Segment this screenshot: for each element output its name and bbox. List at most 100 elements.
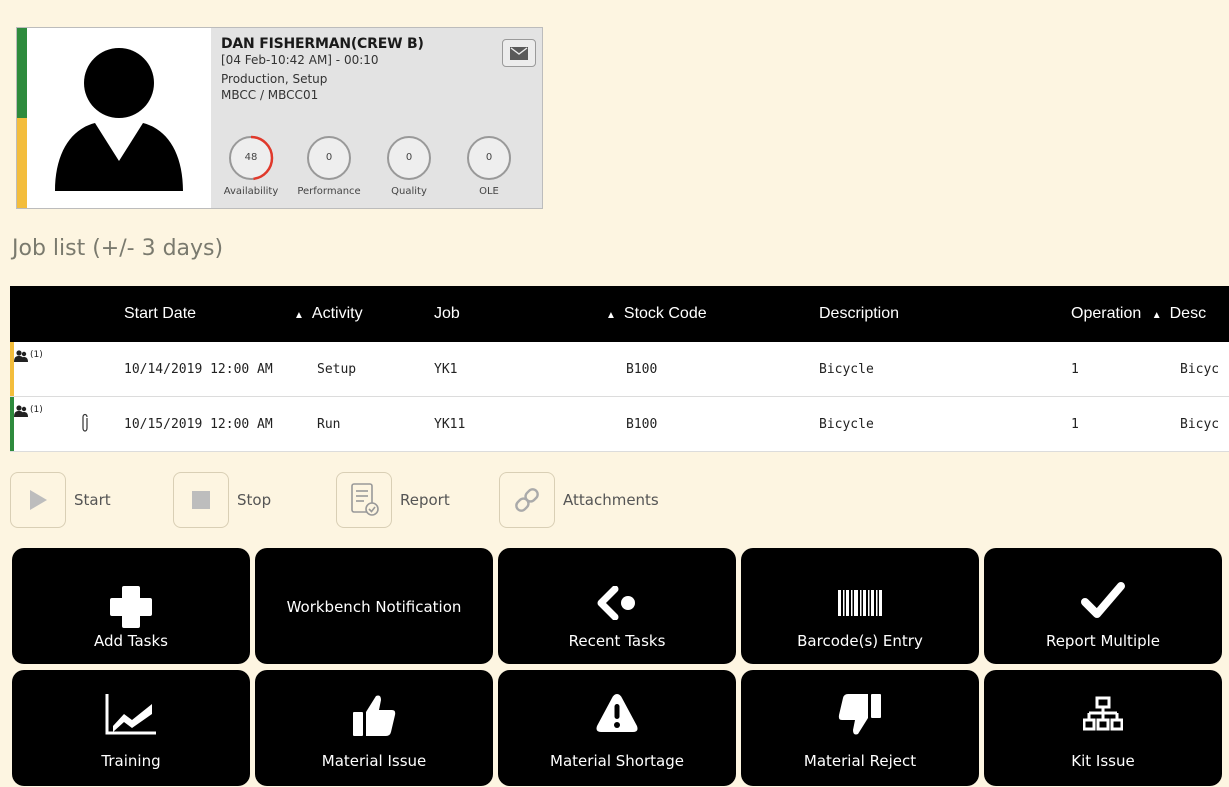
material-shortage-tile[interactable]: Material Shortage [498,670,736,786]
row-people[interactable]: (1) [14,405,43,417]
cell-operation: 1 [1071,417,1079,432]
table-header: Start Date ▲ Activity Job ▲ Stock Code Des… [10,286,1229,342]
cell-job: YK11 [434,417,466,432]
people-icon [14,350,28,362]
people-icon [14,405,28,417]
sort-asc-icon: ▲ [606,310,616,321]
gauge-value: 48 [244,152,258,163]
col-activity[interactable]: ▲ Activity [294,305,363,323]
operator-card[interactable]: DAN FISHERMAN(CREW B) [04 Feb-10:42 AM] … [16,27,543,209]
col-job[interactable]: Job [434,305,460,323]
link-icon [499,471,555,528]
operator-name: DAN FISHERMAN(CREW B) [221,36,424,52]
material-issue-tile[interactable]: Material Issue [255,670,493,786]
gauge-performance: 0 Performance [289,134,369,197]
report-icon [336,471,392,528]
checkmark-icon [984,580,1222,620]
col-operation[interactable]: Operation ▲ Desc [1071,305,1206,323]
sort-asc-icon: ▲ [294,310,304,321]
attachments-button[interactable]: Attachments [499,471,659,528]
col-stock-code[interactable]: ▲ Stock Code [606,305,707,323]
thumbs-up-icon [255,692,493,738]
tile-label: Training [101,752,161,770]
col-stock-code-label: Stock Code [623,305,707,322]
gauge-label: Availability [223,186,279,197]
gauge-label: OLE [479,186,499,197]
col-activity-label: Activity [311,305,363,322]
tile-label: Material Issue [321,752,427,770]
gauge-value: 0 [405,152,413,163]
start-button[interactable]: Start [10,471,111,528]
job-table: Start Date ▲ Activity Job ▲ Stock Code Des… [10,286,1229,452]
barcode-icon [741,590,979,616]
table-row[interactable]: (1) 10/14/2019 12:00 AM Setup YK1 B100 B… [10,342,1229,397]
hierarchy-icon [984,696,1222,732]
add-tasks-tile[interactable]: Add Tasks [12,548,250,664]
training-tile[interactable]: Training [12,670,250,786]
tile-label: Barcode(s) Entry [797,632,923,650]
recent-tasks-tile[interactable]: Recent Tasks [498,548,736,664]
tile-label: Material Shortage [550,752,684,770]
gauge-value: 0 [485,152,493,163]
start-label: Start [74,490,111,509]
col-desc-label: Desc [1169,305,1207,322]
thumbs-down-icon [741,692,979,738]
cell-desc: Bicyc [1180,362,1220,377]
stop-label: Stop [237,490,272,509]
row-people[interactable]: (1) [14,350,43,362]
operator-activity: Production, Setup [221,72,328,86]
joblist-title: Job list (+/- 3 days) [12,236,224,261]
attachments-label: Attachments [563,490,659,509]
cell-job: YK1 [434,362,458,377]
cell-operation: 1 [1071,362,1079,377]
gauge-ole: 0 OLE [449,134,529,197]
tile-label: Kit Issue [1071,752,1135,770]
mail-icon [510,46,528,60]
stop-icon [173,471,229,528]
gauge-quality: 0 Quality [369,134,449,197]
report-label: Report [400,490,450,509]
tile-label: Report Multiple [1045,632,1161,650]
tile-label: Add Tasks [94,632,168,650]
barcode-entry-tile[interactable]: Barcode(s) Entry [741,548,979,664]
cell-start-date: 10/14/2019 12:00 AM [124,362,273,377]
kit-issue-tile[interactable]: Kit Issue [984,670,1222,786]
table-row[interactable]: (1) 10/15/2019 12:00 AM Run YK11 B100 Bi… [10,397,1229,452]
gauge-label: Performance [297,186,361,197]
cell-start-date: 10/15/2019 12:00 AM [124,417,273,432]
task-tiles: Add Tasks Workbench Notification Recent … [10,548,1229,787]
paperclip-icon[interactable] [80,413,90,437]
operator-avatar [27,28,211,208]
tile-label: Material Reject [803,752,917,770]
cell-stock-code: B100 [626,362,658,377]
gauge-value: 0 [325,152,333,163]
material-reject-tile[interactable]: Material Reject [741,670,979,786]
plus-icon [12,583,250,631]
report-multiple-tile[interactable]: Report Multiple [984,548,1222,664]
tile-label: Recent Tasks [568,632,666,650]
col-operation-label: Operation [1071,305,1142,322]
cell-activity: Setup [317,362,357,377]
cell-stock-code: B100 [626,417,658,432]
login-time: [04 Feb-10:42 AM] - 00:10 [221,53,379,67]
cell-description: Bicycle [819,362,874,377]
stop-button[interactable]: Stop [173,471,271,528]
people-count: (1) [30,405,43,415]
recent-icon [498,586,736,620]
col-description[interactable]: Description [819,305,899,323]
report-button[interactable]: Report [336,471,450,528]
cell-description: Bicycle [819,417,874,432]
people-count: (1) [30,350,43,360]
message-button[interactable] [502,39,536,67]
chart-icon [12,692,250,736]
gauge-label: Quality [391,186,427,197]
workbench-notification-tile[interactable]: Workbench Notification [255,548,493,664]
cell-desc: Bicyc [1180,417,1220,432]
tile-label: Workbench Notification [286,598,462,616]
col-start-date[interactable]: Start Date [124,305,196,323]
sort-asc-icon: ▲ [1151,310,1162,321]
play-icon [10,471,66,528]
gauge-availability: 48 Availability [211,134,291,197]
action-toolbar: Start Stop Report Attachments [10,471,710,528]
warning-icon [498,692,736,734]
